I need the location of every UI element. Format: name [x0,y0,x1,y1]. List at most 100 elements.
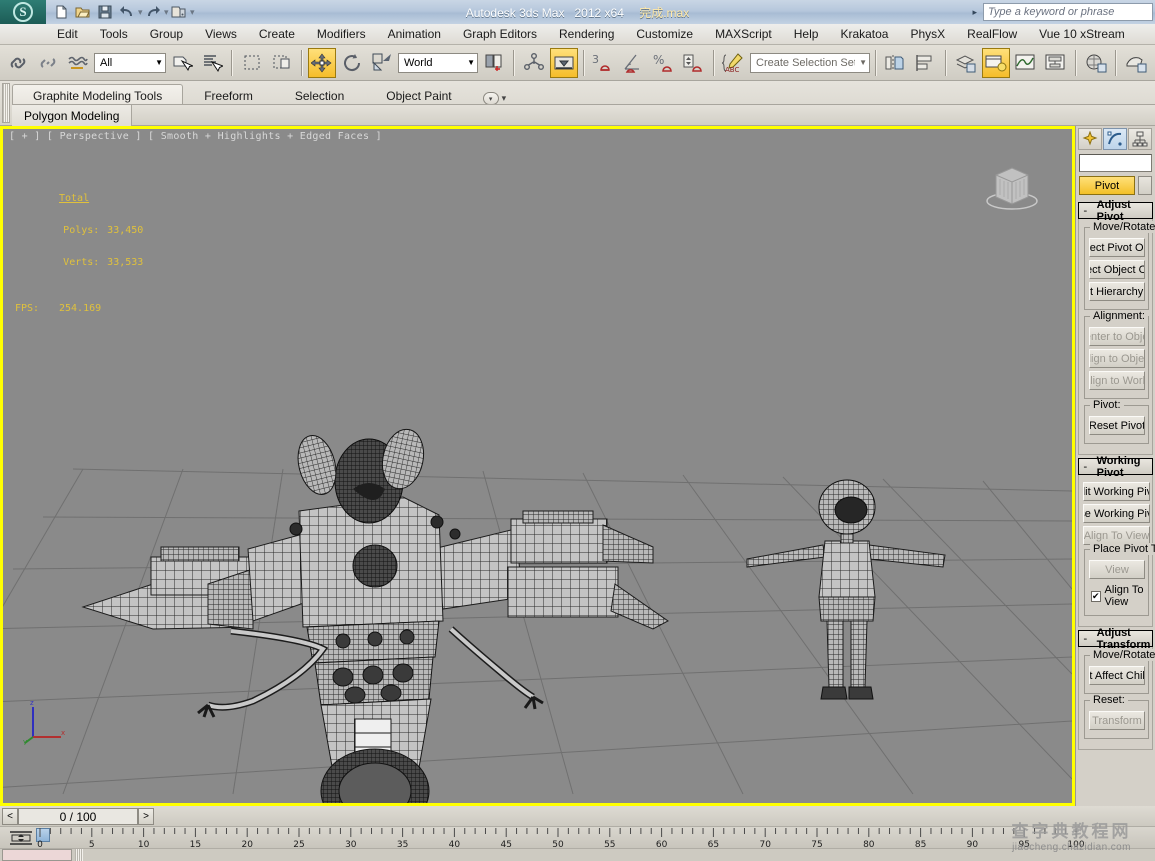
curve-editor-button[interactable] [1012,48,1040,78]
align-to-world-button[interactable]: Align to World [1089,371,1145,390]
menu-rendering[interactable]: Rendering [548,25,625,43]
spinner-snap-toggle-button[interactable] [680,48,708,78]
menu-vue10-xstream[interactable]: Vue 10 xStream [1028,25,1136,43]
affect-object-only-button[interactable]: Affect Object Only [1089,260,1145,279]
infocenter-expand-icon[interactable]: ▸ [966,7,983,18]
rectangular-selection-region-button[interactable] [238,48,266,78]
menu-modifiers[interactable]: Modifiers [306,25,377,43]
angle-snap-toggle-button[interactable]: 3 [590,48,618,78]
menu-group[interactable]: Group [139,25,194,43]
select-and-rotate-button[interactable] [338,48,366,78]
material-editor-button[interactable] [1082,48,1110,78]
view-cube[interactable] [982,157,1042,213]
object-name-field[interactable] [1079,154,1152,172]
ribbon-drag-handle[interactable] [2,83,10,123]
affect-pivot-only-button[interactable]: Affect Pivot Only [1089,238,1145,257]
tab-selection[interactable]: Selection [274,84,365,105]
align-to-view-checkbox-row[interactable]: ✔ Align To View [1089,582,1145,610]
application-menu-button[interactable]: S [0,0,46,24]
ik-subtab-button[interactable] [1138,176,1152,195]
select-and-scale-button[interactable] [368,48,396,78]
rollout-collapse-icon[interactable]: - [1082,204,1089,217]
menu-edit[interactable]: Edit [46,25,89,43]
layer-manager-button[interactable] [952,48,980,78]
qat-dropdown-icon[interactable]: ▾ [190,7,195,18]
unlink-selection-button[interactable] [34,48,62,78]
schematic-view-button[interactable] [1042,48,1070,78]
tab-graphite-modeling-tools[interactable]: Graphite Modeling Tools [12,84,184,105]
mirror-button[interactable] [882,48,910,78]
chevron-down-icon[interactable]: ▼ [151,58,163,67]
select-object-button[interactable] [168,48,196,78]
track-bar-icon[interactable] [8,829,34,847]
new-file-icon[interactable] [50,2,71,22]
ribbon-options-caret-icon[interactable]: ▾ [502,93,507,104]
project-folder-icon[interactable] [168,2,189,22]
rollout-collapse-icon[interactable]: - [1082,460,1089,473]
menu-physx[interactable]: PhysX [899,25,956,43]
named-selection-sets-combo[interactable]: Create Selection Set ▼ [750,52,870,73]
align-to-view-checkbox[interactable]: ✔ [1091,590,1101,602]
rollout-collapse-icon[interactable]: - [1082,632,1089,645]
edit-named-selection-sets-button[interactable]: ABC [720,48,748,78]
selection-filter-combo[interactable]: All ▼ [94,52,166,73]
tab-object-paint[interactable]: Object Paint [365,84,472,105]
select-and-link-button[interactable] [4,48,32,78]
current-frame-display[interactable]: 0 / 100 [18,808,138,825]
use-pivot-point-center-button[interactable] [480,48,508,78]
reset-transform-button[interactable]: Transform [1089,711,1145,730]
menu-animation[interactable]: Animation [377,25,452,43]
undo-icon[interactable] [116,2,137,22]
reset-pivot-button[interactable]: Reset Pivot [1089,416,1145,435]
open-file-icon[interactable] [72,2,93,22]
use-working-pivot-button[interactable]: Use Working Pivot [1083,504,1150,523]
align-button[interactable] [912,48,940,78]
pivot-subtab-button[interactable]: Pivot [1079,176,1135,195]
window-crossing-toggle-button[interactable] [268,48,296,78]
next-frame-button[interactable]: > [138,808,154,825]
snaps-toggle-button[interactable] [550,47,578,78]
render-setup-button[interactable] [1122,48,1150,78]
place-pivot-view-button[interactable]: View [1089,560,1145,579]
center-to-object-button[interactable]: Center to Object [1089,327,1145,346]
panel-polygon-modeling[interactable]: Polygon Modeling [12,105,133,126]
select-and-manipulate-button[interactable] [520,48,548,78]
select-and-move-button[interactable] [308,47,336,78]
viewport-canvas[interactable]: [ + ] [ Perspective ] [ Smooth + Highlig… [3,129,1072,803]
chevron-down-icon[interactable]: ▼ [463,58,475,67]
redo-icon[interactable] [142,2,163,22]
affect-hierarchy-only-button[interactable]: Affect Hierarchy Only [1089,282,1145,301]
menu-create[interactable]: Create [248,25,306,43]
menu-help[interactable]: Help [783,25,830,43]
reference-coordinate-system-combo[interactable]: World ▼ [398,52,478,73]
undo-dropdown-icon[interactable]: ▾ [138,7,143,18]
timeline-ruler[interactable] [36,827,1155,849]
create-tab[interactable] [1078,128,1102,150]
modify-tab[interactable] [1103,128,1127,150]
time-slider[interactable]: 0 5 10 15 20 25 30 35 40 45 50 55 60 65 70 75 80 85 90 95 10… [0,826,1155,849]
menu-customize[interactable]: Customize [625,25,704,43]
menu-krakatoa[interactable]: Krakatoa [829,25,899,43]
previous-frame-button[interactable]: < [2,808,18,825]
hierarchy-tab[interactable] [1128,128,1152,150]
viewport-label[interactable]: [ + ] [ Perspective ] [ Smooth + Highlig… [9,131,382,142]
search-input[interactable]: Type a keyword or phrase [983,3,1153,21]
save-file-icon[interactable] [94,2,115,22]
status-bar-grip[interactable] [75,849,83,861]
menu-realflow[interactable]: RealFlow [956,25,1028,43]
dont-affect-children-button[interactable]: Don't Affect Children [1089,666,1145,685]
edit-working-pivot-button[interactable]: Edit Working Pivot [1083,482,1150,501]
chevron-down-icon[interactable]: ▼ [855,58,867,67]
percent-snap-toggle-button[interactable]: % [650,48,678,78]
rollout-adjust-transform-header[interactable]: - Adjust Transform [1078,627,1153,651]
tab-freeform[interactable]: Freeform [183,84,274,105]
perspective-viewport[interactable]: [ + ] [ Perspective ] [ Smooth + Highlig… [0,126,1075,806]
bind-to-space-warp-button[interactable] [64,48,92,78]
rollout-adjust-pivot-header[interactable]: - Adjust Pivot [1078,199,1153,223]
graphite-modeling-toggle-button[interactable] [982,47,1010,78]
menu-maxscript[interactable]: MAXScript [704,25,783,43]
rollout-working-pivot-header[interactable]: - Working Pivot [1078,455,1153,479]
status-color-swatch[interactable] [2,849,72,861]
menu-views[interactable]: Views [194,25,248,43]
menu-graph-editors[interactable]: Graph Editors [452,25,548,43]
